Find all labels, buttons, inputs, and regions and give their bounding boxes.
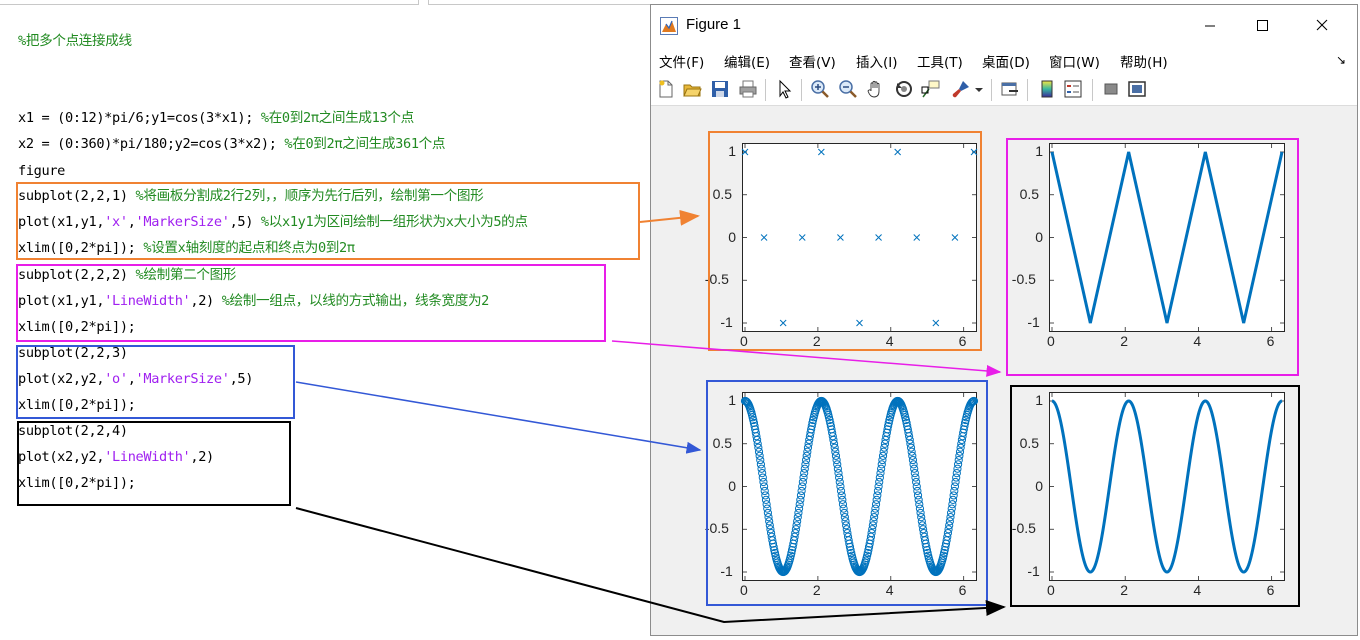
menu-tools[interactable]: 工具(T) xyxy=(917,51,963,71)
code-comment: %在0到2π之间生成361个点 xyxy=(284,136,446,152)
code-line-figure: figure xyxy=(18,160,65,182)
editor-tab[interactable] xyxy=(0,0,419,5)
maximize-button[interactable] xyxy=(1239,9,1285,41)
highlight-box-subplot-4-code xyxy=(17,421,291,506)
toolbar-separator xyxy=(991,79,992,101)
menu-edit[interactable]: 编辑(E) xyxy=(724,51,770,71)
save-icon[interactable] xyxy=(710,79,730,99)
code-comment: %在0到2π之间生成13个点 xyxy=(260,110,414,126)
highlight-box-subplot-2-code xyxy=(16,264,606,342)
pan-hand-icon[interactable] xyxy=(866,79,886,99)
menu-view[interactable]: 查看(V) xyxy=(789,51,836,71)
code-token: figure xyxy=(18,163,66,179)
brush-dropdown-icon[interactable] xyxy=(974,79,984,99)
code-token: x2 = (0:360)*pi/180;y2=cos(3*x2); xyxy=(18,136,285,152)
show-plot-tools-icon[interactable] xyxy=(1127,79,1147,99)
minimize-icon xyxy=(1205,25,1215,27)
highlight-box-subplot-4-figure xyxy=(1010,385,1300,607)
menu-help[interactable]: 帮助(H) xyxy=(1120,51,1168,71)
code-line-x1: x1 = (0:12)*pi/6;y1=cos(3*x1); %在0到2π之间生… xyxy=(18,107,414,129)
maximize-icon xyxy=(1257,20,1268,31)
highlight-box-subplot-1-figure xyxy=(708,131,982,351)
code-comment: %把多个点连接成线 xyxy=(18,33,132,49)
colorbar-icon[interactable] xyxy=(1037,79,1057,99)
zoom-in-icon[interactable] xyxy=(810,79,830,99)
toolbar-separator xyxy=(765,79,766,101)
legend-icon[interactable] xyxy=(1063,79,1083,99)
brush-icon[interactable] xyxy=(951,79,971,99)
menu-file[interactable]: 文件(F) xyxy=(659,51,704,71)
close-icon xyxy=(1316,19,1328,31)
toolbar-separator xyxy=(1092,79,1093,101)
code-line-x2: x2 = (0:360)*pi/180;y2=cos(3*x2); %在0到2π… xyxy=(18,133,446,155)
menu-insert[interactable]: 插入(I) xyxy=(856,51,898,71)
highlight-box-subplot-3-figure xyxy=(706,380,988,606)
rotate-3d-icon[interactable] xyxy=(894,79,914,99)
code-token: x1 = (0:12)*pi/6;y1=cos(3*x1); xyxy=(18,110,261,126)
dock-figure-icon[interactable]: ↘ xyxy=(1336,53,1346,67)
close-button[interactable] xyxy=(1299,9,1345,41)
minimize-button[interactable] xyxy=(1187,9,1233,41)
menu-bar: 文件(F) 编辑(E) 查看(V) 插入(I) 工具(T) 桌面(D) 窗口(W… xyxy=(651,45,1357,71)
data-cursor-icon[interactable] xyxy=(921,79,941,99)
hide-plot-tools-icon[interactable] xyxy=(1101,79,1121,99)
window-titlebar[interactable]: Figure 1 xyxy=(651,5,1357,45)
menu-window[interactable]: 窗口(W) xyxy=(1049,51,1100,71)
arrow-subplot-3 xyxy=(295,381,702,454)
link-plot-icon[interactable] xyxy=(1000,79,1020,99)
menu-desktop[interactable]: 桌面(D) xyxy=(982,51,1030,71)
matlab-figure-icon xyxy=(660,17,678,35)
figure-toolbar xyxy=(651,71,1357,106)
new-figure-icon[interactable] xyxy=(656,79,676,99)
open-file-icon[interactable] xyxy=(682,79,702,99)
zoom-out-icon[interactable] xyxy=(838,79,858,99)
print-icon[interactable] xyxy=(738,79,758,99)
window-title: Figure 1 xyxy=(686,16,742,33)
highlight-box-subplot-2-figure xyxy=(1006,138,1299,376)
highlight-box-subplot-3-code xyxy=(16,345,295,419)
toolbar-separator xyxy=(1027,79,1028,101)
editor-tab[interactable] xyxy=(428,0,651,5)
pointer-icon[interactable] xyxy=(774,79,794,99)
toolbar-separator xyxy=(801,79,802,101)
highlight-box-subplot-1-code xyxy=(16,182,640,260)
code-line-comment: %把多个点连接成线 xyxy=(18,30,132,52)
